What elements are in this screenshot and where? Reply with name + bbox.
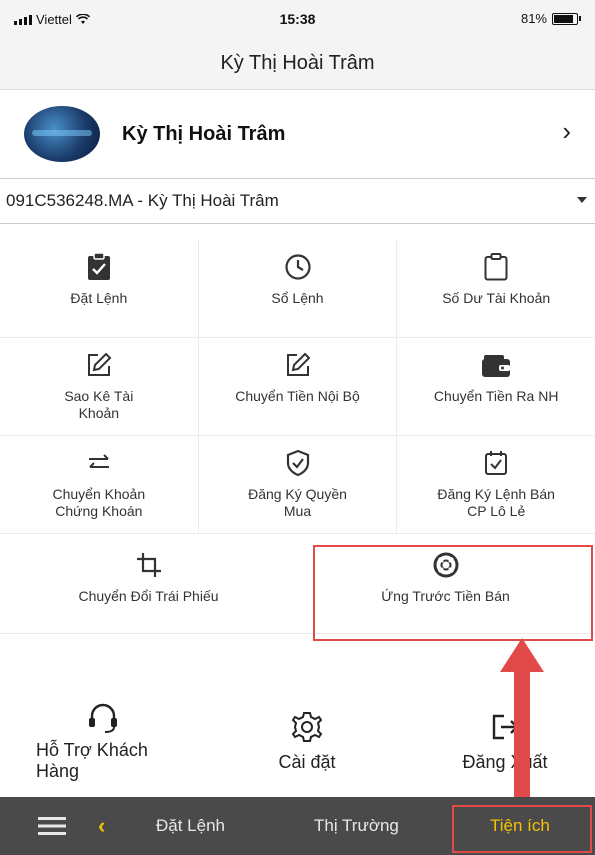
menu-label: Chuyển Tiền Nội Bộ (235, 388, 360, 404)
menu-label: Chuyển Đổi Trái Phiếu (78, 588, 219, 604)
settings-action[interactable]: Cài đặt (262, 710, 352, 773)
battery-indicator: 81% (521, 11, 581, 26)
battery-icon (552, 12, 578, 25)
bottom-tab-bar: ‹ Đặt Lệnh Thị Trường Tiện ích (0, 797, 595, 855)
menu-label: Đặt Lệnh (70, 290, 128, 306)
menu-label: Sao Kê Tài Khoản (64, 388, 134, 421)
menu-dang-ky-lenh-ban-cp-lo-le[interactable]: Đăng Ký Lệnh Bán CP Lô Lẻ (397, 436, 595, 533)
logout-icon (488, 710, 522, 744)
account-select[interactable]: 091C536248.MA - Kỳ Thị Hoài Trâm (0, 178, 595, 224)
clock-time: 15:38 (279, 11, 316, 27)
feature-grid: Đặt Lệnh Sổ Lệnh Số Dư Tài Khoản Sao Kê … (0, 240, 595, 634)
action-label: Đăng Xuất (462, 752, 548, 772)
page-title: Kỳ Thị Hoài Trâm (220, 52, 375, 74)
support-action[interactable]: Hỗ Trợ Khách Hàng (36, 700, 186, 782)
menu-dang-ky-quyen-mua[interactable]: Đăng Ký Quyền Mua (199, 436, 398, 533)
logout-action[interactable]: Đăng Xuất (450, 710, 560, 773)
menu-label: Chuyển Khoản Chứng Khoán (52, 486, 146, 519)
account-select-value: 091C536248.MA - Kỳ Thị Hoài Trâm (6, 191, 279, 210)
menu-label: Ứng Trước Tiền Bán (381, 588, 510, 604)
crop-icon (134, 550, 164, 580)
shield-check-icon (283, 448, 313, 478)
menu-sao-ke-tai-khoan[interactable]: Sao Kê Tài Khoản (0, 338, 199, 435)
menu-label: Đăng Ký Quyền Mua (248, 486, 347, 519)
tab-thi-truong[interactable]: Thị Trường (314, 797, 399, 855)
edit-icon (84, 350, 114, 380)
gear-icon (290, 710, 324, 744)
status-bar: Viettel 15:38 81% (0, 0, 595, 38)
tab-tien-ich[interactable]: Tiện ích (490, 797, 550, 855)
headset-icon (86, 700, 120, 734)
menu-chuyen-tien-noi-bo[interactable]: Chuyển Tiền Nội Bộ (199, 338, 398, 435)
menu-chuyen-doi-trai-phieu[interactable]: Chuyển Đổi Trái Phiếu (0, 534, 297, 633)
profile-row[interactable]: Kỳ Thị Hoài Trâm › (0, 96, 595, 172)
menu-dat-lenh[interactable]: Đặt Lệnh (0, 240, 199, 337)
hamburger-menu-icon[interactable] (38, 797, 66, 855)
chevron-right-icon[interactable]: › (562, 116, 571, 147)
menu-so-lenh[interactable]: Sổ Lệnh (199, 240, 398, 337)
chevron-left-icon[interactable]: ‹ (98, 797, 105, 855)
swap-arrows-icon (84, 448, 114, 478)
lifebuoy-icon (431, 550, 461, 580)
clipboard-icon (481, 252, 511, 282)
battery-percent: 81% (520, 11, 547, 26)
dropdown-caret-icon[interactable] (577, 197, 587, 203)
clipboard-check-icon (84, 252, 114, 282)
calendar-check-icon (481, 448, 511, 478)
menu-chuyen-tien-ra-nh[interactable]: Chuyển Tiền Ra NH (397, 338, 595, 435)
edit-icon (283, 350, 313, 380)
menu-so-du-tai-khoan[interactable]: Số Dư Tài Khoản (397, 240, 595, 337)
menu-label: Đăng Ký Lệnh Bán CP Lô Lẻ (437, 486, 555, 519)
profile-name: Kỳ Thị Hoài Trâm (122, 122, 286, 145)
menu-chuyen-khoan-chung-khoan[interactable]: Chuyển Khoản Chứng Khoán (0, 436, 199, 533)
action-label: Cài đặt (278, 752, 336, 772)
menu-label: Số Dư Tài Khoản (442, 290, 551, 306)
avatar (24, 106, 100, 162)
wallet-icon (481, 350, 511, 380)
menu-label: Sổ Lệnh (271, 290, 324, 306)
tab-dat-lenh[interactable]: Đặt Lệnh (156, 797, 225, 855)
bottom-actions: Hỗ Trợ Khách Hàng Cài đặt Đăng Xuất (0, 700, 595, 795)
action-label: Hỗ Trợ Khách Hàng (36, 740, 148, 781)
top-bar: Viettel 15:38 81% Kỳ Thị Hoài Trâm (0, 0, 595, 90)
menu-ung-truoc-tien-ban[interactable]: Ứng Trước Tiền Bán (297, 534, 594, 633)
clock-icon (283, 252, 313, 282)
menu-label: Chuyển Tiền Ra NH (433, 388, 559, 404)
